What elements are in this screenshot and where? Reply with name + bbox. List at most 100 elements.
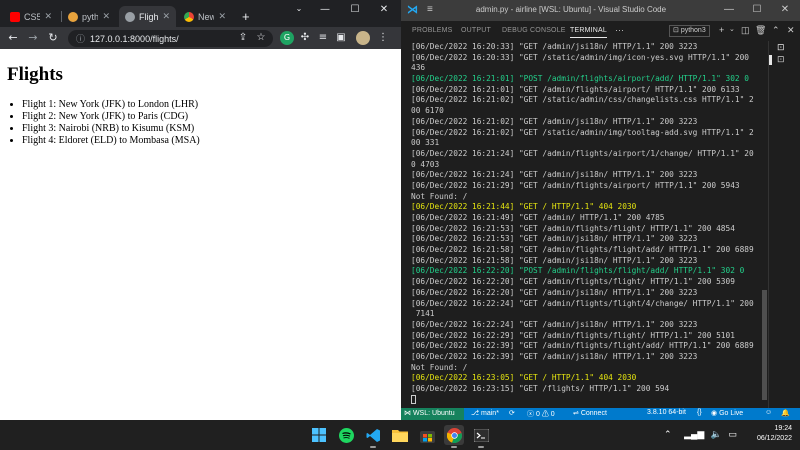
error-icon: ⓧ (527, 411, 536, 418)
chevron-up-icon[interactable]: ⌃ (664, 429, 672, 439)
terminal-line: 00 6170 (411, 106, 444, 116)
terminal-name: python3 (680, 27, 706, 34)
panel-tab-bar: PROBLEMS OUTPUT DEBUG CONSOLE TERMINAL ·… (401, 21, 800, 41)
remote-indicator[interactable]: ⋈ WSL: Ubuntu (401, 408, 464, 420)
go-live-button[interactable]: ◉ Go Live (711, 409, 743, 417)
network-icon[interactable]: ▂▄▆ (684, 429, 704, 439)
clock[interactable]: 19:24 06/12/2022 (757, 424, 792, 444)
windows-taskbar: ⌃ ▂▄▆ 🔈 ▭ 19:24 06/12/2022 (0, 420, 800, 450)
terminal-line: [06/Dec/2022 16:21:02] "GET /admin/jsi18… (411, 116, 698, 126)
tab-new[interactable]: New ✕ (178, 6, 232, 27)
terminal-line: [06/Dec/2022 16:21:24] "GET /admin/fligh… (411, 148, 754, 158)
grammarly-icon[interactable]: G (280, 31, 294, 45)
chrome-taskbar-icon[interactable] (444, 425, 464, 448)
terminal-line: [06/Dec/2022 16:21:53] "GET /admin/fligh… (411, 223, 735, 233)
problems-indicator[interactable]: ⓧ 0 ⚠ 0 (527, 409, 555, 419)
page-title: Flights (7, 64, 63, 85)
web-page-content: Flights Flight 1: New York (JFK) to Lond… (0, 49, 401, 420)
chrome-tab-strip: CS50 ✕ pytho ✕ Fligh ✕ New ✕ + ⌄ — ☐ ✕ (0, 0, 401, 27)
avatar[interactable] (356, 31, 370, 45)
python-terminal-icon[interactable]: ⊡ (777, 43, 791, 53)
terminal-line: [06/Dec/2022 16:22:29] "GET /admin/fligh… (411, 330, 735, 340)
status-bar: ⋈ WSL: Ubuntu ⎇ main* ⟳ ⓧ 0 ⚠ 0 ⇌ Connec… (401, 408, 800, 420)
remote-icon: ⋈ (404, 410, 413, 417)
tab-flights[interactable]: Fligh ✕ (119, 6, 176, 27)
volume-icon[interactable]: 🔈 (711, 429, 722, 439)
vscode-titlebar: ⋊ ≡ admin.py - airline [WSL: Ubuntu] - V… (401, 0, 800, 21)
menu-hamburger-icon[interactable]: ≡ (427, 4, 433, 15)
new-tab-button[interactable]: + (236, 6, 254, 27)
vscode-taskbar-icon[interactable] (363, 425, 383, 448)
tab-search-icon[interactable]: ⌄ (286, 4, 312, 13)
close-panel-icon[interactable]: ✕ (787, 25, 795, 36)
maximize-icon[interactable]: ☐ (342, 4, 368, 15)
braces-icon[interactable]: {} (697, 409, 702, 416)
feedback-icon[interactable]: ☺ (765, 409, 772, 416)
maximize-panel-icon[interactable]: ⌃ (772, 25, 780, 36)
connect-button[interactable]: ⇌ Connect (573, 409, 607, 417)
sync-icon[interactable]: ⟳ (509, 409, 515, 417)
terminal-scrollbar[interactable] (762, 290, 767, 400)
list-item: Flight 2: New York (JFK) to Paris (CDG) (22, 111, 200, 123)
maximize-icon[interactable]: ☐ (745, 4, 769, 15)
close-window-icon[interactable]: ✕ (773, 4, 797, 15)
tab-terminal[interactable]: TERMINAL (570, 27, 607, 38)
terminal-line: [06/Dec/2022 16:21:58] "GET /admin/fligh… (411, 245, 754, 255)
list-item: Flight 3: Nairobi (NRB) to Kisumu (KSM) (22, 123, 200, 135)
terminal-selector[interactable]: ⊡ python3 (669, 25, 710, 37)
terminal-line: [06/Dec/2022 16:22:20] "GET /admin/jsi18… (411, 287, 698, 297)
tab-cs50[interactable]: CS50 ✕ (4, 6, 58, 27)
info-icon[interactable]: ⓘ (76, 32, 85, 45)
terminal-taskbar-icon[interactable] (471, 425, 491, 448)
forward-icon[interactable]: → (26, 31, 40, 45)
new-terminal-icon[interactable]: + (719, 25, 724, 35)
more-actions-icon[interactable]: ··· (615, 25, 624, 35)
back-icon[interactable]: ← (6, 31, 20, 45)
start-icon[interactable] (309, 425, 329, 445)
media-queue-icon[interactable]: ≡ (316, 31, 330, 45)
youtube-icon (10, 11, 20, 22)
bell-icon[interactable]: 🔔 (781, 409, 790, 417)
battery-icon[interactable]: ▭ (729, 429, 738, 439)
terminal-tab-icon[interactable]: ⊡ (777, 55, 791, 65)
terminal-line: [06/Dec/2022 16:21:01] "POST /admin/flig… (411, 74, 749, 84)
minimize-icon[interactable]: — (312, 4, 338, 15)
extensions-puzzle-icon[interactable]: ✣ (298, 31, 312, 45)
chevron-down-icon[interactable]: ⌄ (729, 25, 735, 33)
tab-python[interactable]: pytho ✕ (62, 6, 116, 27)
terminal-prompt[interactable] (411, 395, 767, 406)
terminal-line: [06/Dec/2022 16:21:24] "GET /admin/jsi18… (411, 170, 698, 180)
reload-icon[interactable]: ↻ (46, 31, 60, 45)
terminal-line: 0 4703 (411, 159, 440, 169)
plug-icon: ⇌ (573, 410, 581, 417)
menu-kebab-icon[interactable]: ⋮ (376, 31, 390, 45)
side-panel-icon[interactable]: ▣ (334, 31, 348, 45)
spotify-icon[interactable] (336, 425, 356, 445)
branch-indicator[interactable]: ⎇ main* (471, 409, 499, 417)
share-icon[interactable]: ⇪ (236, 31, 250, 45)
close-window-icon[interactable]: ✕ (371, 4, 397, 15)
tab-problems[interactable]: PROBLEMS (412, 27, 453, 34)
terminal-cursor (411, 395, 416, 405)
branch-icon: ⎇ (471, 410, 482, 417)
python-interpreter[interactable]: 3.8.10 64-bit (647, 409, 686, 416)
warning-icon: ⚠ (541, 411, 551, 418)
close-icon[interactable]: ✕ (218, 11, 226, 22)
close-icon[interactable]: ✕ (44, 11, 52, 22)
tab-debug-console[interactable]: DEBUG CONSOLE (502, 27, 566, 34)
trash-icon[interactable]: 🗑 (755, 25, 766, 36)
flights-list: Flight 1: New York (JFK) to London (LHR)… (22, 99, 200, 147)
minimize-icon[interactable]: — (717, 4, 741, 15)
close-icon[interactable]: ✕ (102, 11, 110, 22)
tab-label: Fligh (139, 11, 159, 22)
close-icon[interactable]: ✕ (162, 11, 170, 22)
file-explorer-icon[interactable] (390, 425, 410, 445)
store-icon[interactable] (417, 425, 437, 445)
bookmark-star-icon[interactable]: ☆ (254, 31, 268, 45)
terminal-output[interactable]: [06/Dec/2022 16:20:33] "GET /admin/jsi18… (411, 42, 767, 408)
terminal-line: [06/Dec/2022 16:21:01] "GET /admin/fligh… (411, 84, 740, 94)
tab-output[interactable]: OUTPUT (461, 27, 491, 34)
remote-label: WSL: Ubuntu (412, 410, 455, 417)
terminal-line: [06/Dec/2022 16:21:44] "GET / HTTP/1.1" … (411, 202, 637, 212)
split-terminal-icon[interactable]: ◫ (741, 25, 750, 36)
